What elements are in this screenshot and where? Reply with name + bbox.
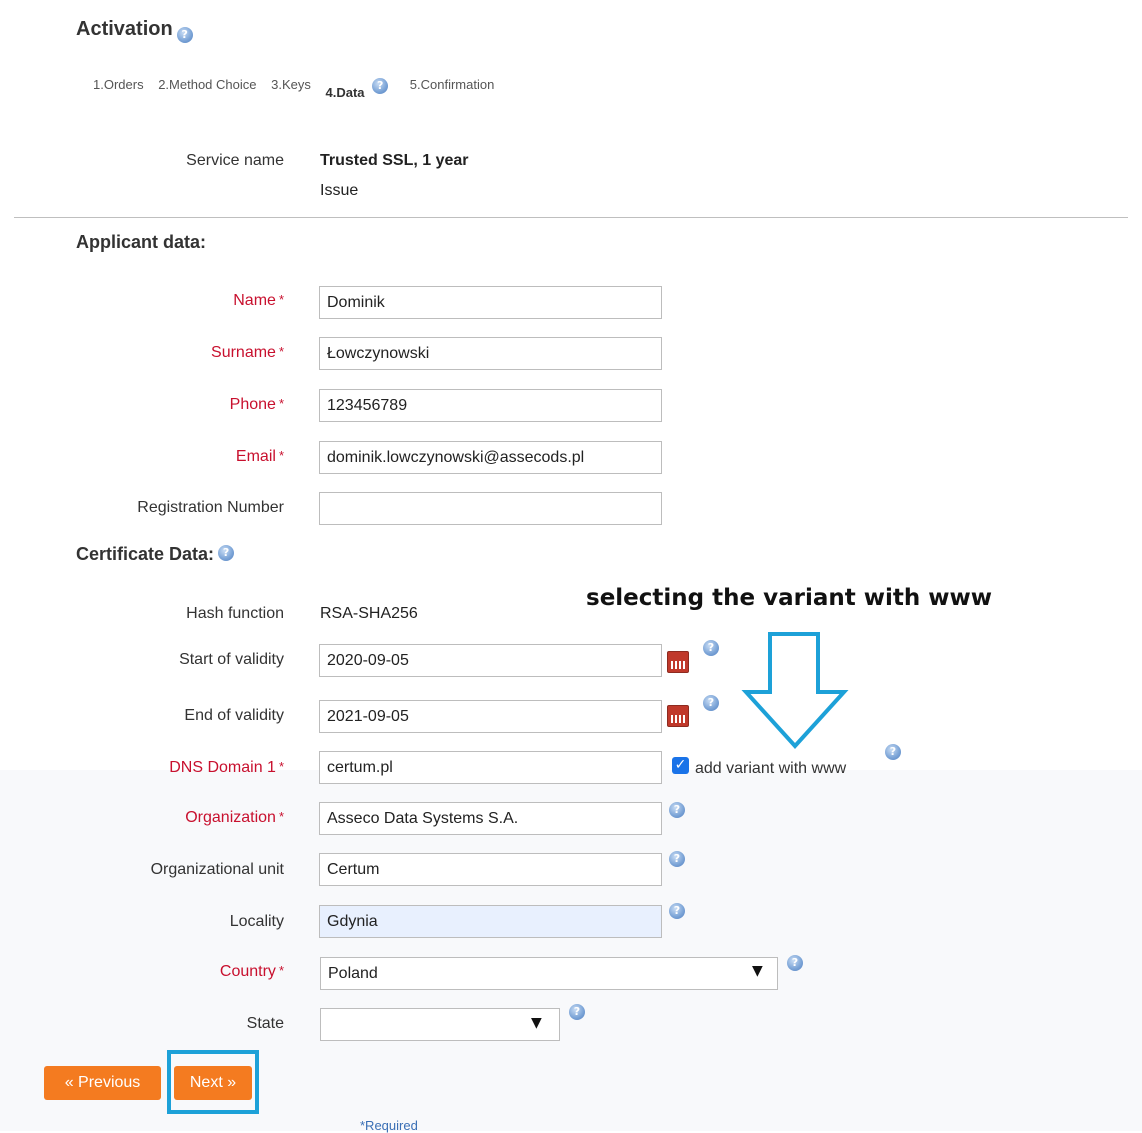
arrow-down-outline-icon [741,632,849,749]
certificate-data-heading: Certificate Data:? [76,544,235,565]
email-label: Email * [235,448,284,465]
end-of-validity-label: End of validity [184,707,284,724]
help-icon[interactable]: ? [569,1004,585,1020]
page-title-text: Activation [76,18,173,40]
calendar-icon[interactable] [667,705,689,727]
service-type-value: Issue [320,182,359,199]
hash-function-value: RSA-SHA256 [320,605,418,622]
help-icon[interactable]: ? [703,695,719,711]
help-icon[interactable]: ? [372,78,389,94]
help-icon[interactable]: ? [218,545,235,561]
help-icon[interactable]: ? [787,955,803,971]
help-icon[interactable]: ? [885,744,901,760]
annotation-text: selecting the variant with www [586,585,992,611]
phone-field[interactable]: 123456789 [319,389,662,422]
name-label: Name * [233,292,284,309]
chevron-down-icon[interactable]: ▼ [752,963,763,979]
step-method-choice: 2.Method Choice [158,77,257,92]
email-field[interactable]: dominik.lowczynowski@assecods.pl [319,441,662,474]
state-label: State [246,1015,284,1032]
step-confirmation: 5.Confirmation [409,77,495,92]
start-of-validity-field[interactable]: 2020-09-05 [319,644,662,677]
country-select[interactable]: Poland [320,957,778,990]
next-button-highlight [167,1050,259,1114]
section-divider [14,217,1128,218]
country-label: Country * [219,963,284,980]
end-of-validity-field[interactable]: 2021-09-05 [319,700,662,733]
www-variant-checkbox[interactable]: ✓ [672,757,689,774]
step-keys: 3.Keys [271,77,311,92]
dns-domain-field[interactable]: certum.pl [319,751,662,784]
help-icon[interactable]: ? [176,27,193,43]
chevron-down-icon[interactable]: ▼ [531,1015,542,1031]
www-variant-label: add variant with www [695,760,847,777]
organizational-unit-label: Organizational unit [150,861,284,878]
organizational-unit-field[interactable]: Certum [319,853,662,886]
start-of-validity-label: Start of validity [179,651,284,668]
applicant-data-heading: Applicant data: [76,232,207,252]
locality-label: Locality [229,913,284,930]
state-select[interactable] [320,1008,560,1041]
dns-domain-label: DNS Domain 1 * [169,759,284,776]
country-select-value: Poland [328,965,378,982]
wizard-steps: 1.Orders 2.Method Choice 3.Keys 4.Data ?… [93,77,505,100]
organization-field[interactable]: Asseco Data Systems S.A. [319,802,662,835]
help-icon[interactable]: ? [669,802,685,818]
help-icon[interactable]: ? [669,903,685,919]
step-data-active: 4.Data [325,85,365,100]
service-name-label: Service name [186,152,284,169]
surname-field[interactable]: Łowczynowski [319,337,662,370]
hash-function-label: Hash function [186,605,284,622]
service-name-value: Trusted SSL, 1 year [320,152,469,169]
registration-number-field[interactable] [319,492,662,525]
registration-number-label: Registration Number [137,499,284,516]
phone-label: Phone * [229,396,284,413]
previous-button[interactable]: « Previous [44,1066,161,1100]
page-title: Activation? [76,18,193,43]
name-field[interactable]: Dominik [319,286,662,319]
step-orders: 1.Orders [93,77,144,92]
surname-label: Surname * [211,344,284,361]
locality-field[interactable]: Gdynia [319,905,662,938]
help-icon[interactable]: ? [669,851,685,867]
calendar-icon[interactable] [667,651,689,673]
organization-label: Organization * [185,809,284,826]
help-icon[interactable]: ? [703,640,719,656]
